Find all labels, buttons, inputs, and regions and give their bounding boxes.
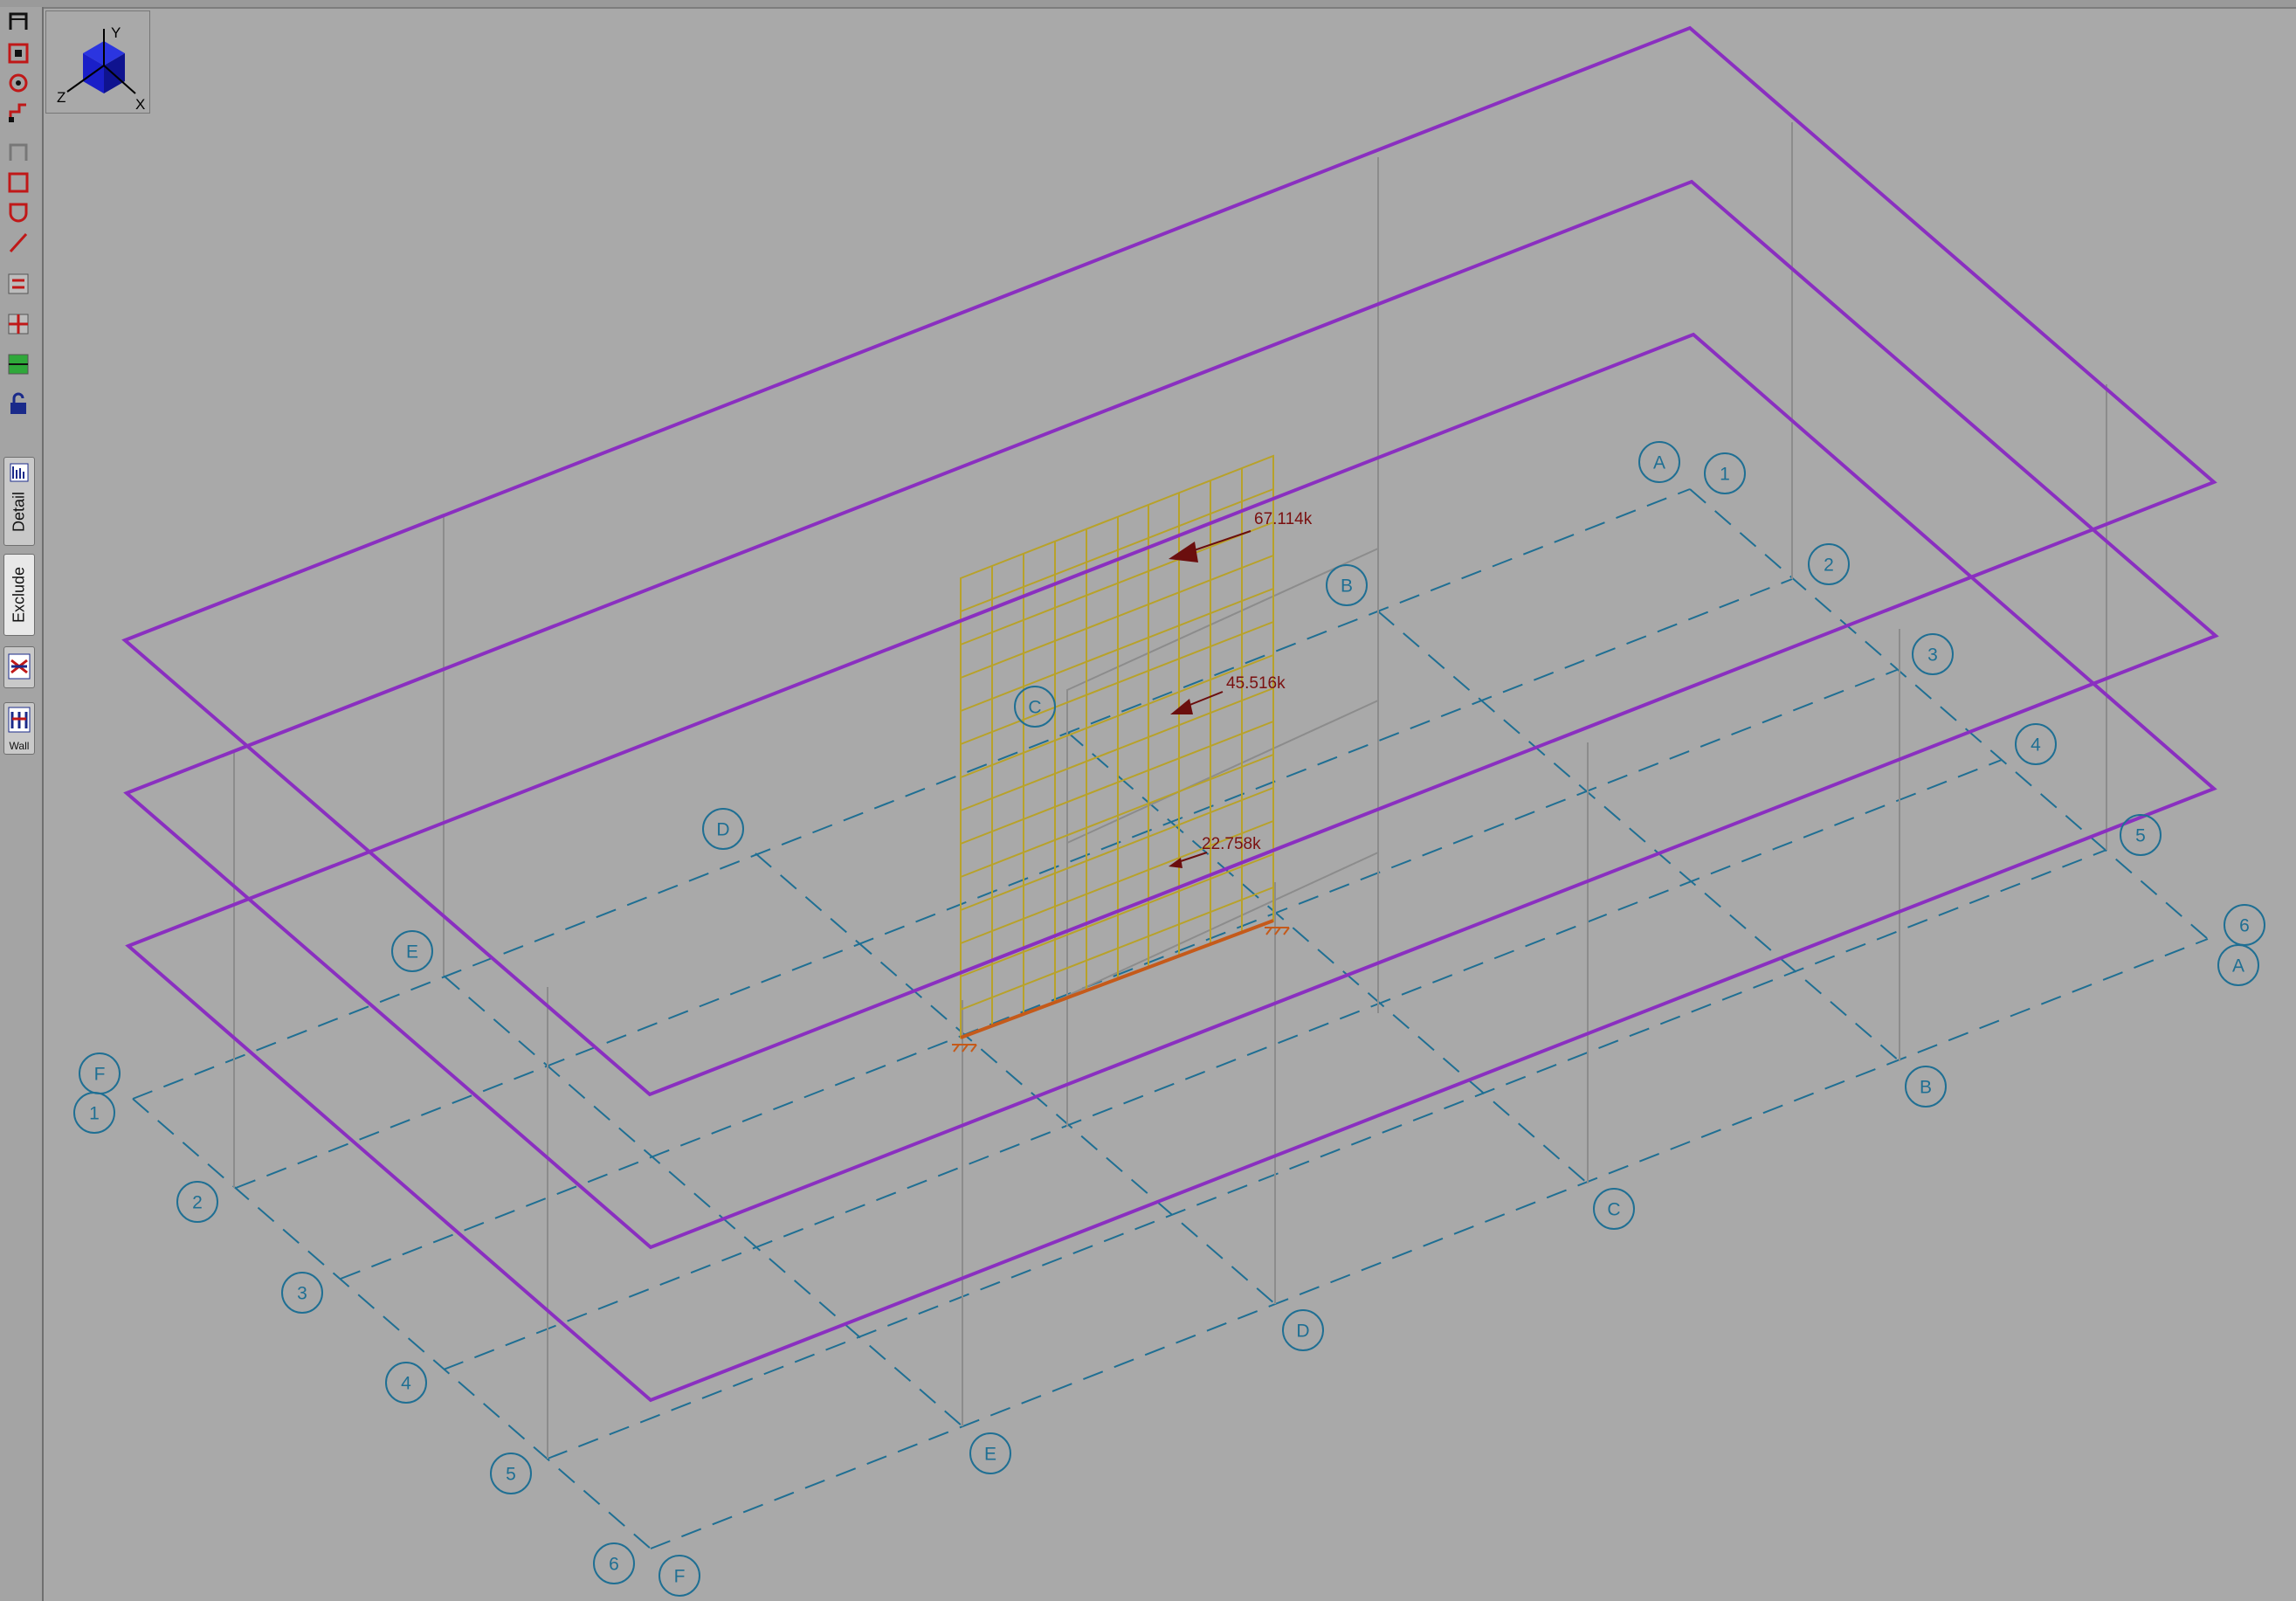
grid-bubble-1-bottom: 1	[89, 1104, 100, 1124]
slab-level-3	[121, 25, 2217, 1097]
load-label-top: 67.114k	[1254, 510, 1313, 528]
grid-bubble-6-top: 6	[2239, 916, 2250, 936]
grid-bubble-4-bottom: 4	[401, 1374, 411, 1394]
grid-bubble-3-bottom: 3	[297, 1284, 307, 1304]
grid-bubble-C-top: C	[1028, 698, 1041, 718]
grid-bubble-E-top: E	[406, 942, 418, 963]
grid-bubble-B-top: B	[1341, 576, 1353, 597]
wall-supports	[952, 927, 1290, 1052]
grid-line-F	[132, 1098, 652, 1549]
grid-bubble-F-bottom: F	[674, 1567, 686, 1587]
load-label-middle: 45.516k	[1226, 674, 1286, 693]
grid-bubble-A-top: A	[1653, 453, 1665, 473]
grid-bubble-F-top: F	[94, 1065, 106, 1085]
grid-bubble-5-top: 5	[2135, 826, 2146, 846]
grid-bubble-C-bottom: C	[1607, 1200, 1620, 1220]
grid-bubble-A-bottom: A	[2232, 956, 2244, 976]
grid-line-6	[650, 938, 2209, 1549]
floor-slabs	[121, 25, 2219, 1403]
columns	[233, 122, 2107, 1459]
grid-bubble-4-top: 4	[2031, 735, 2041, 756]
grid-bubble-3-top: 3	[1927, 645, 1938, 666]
load-label-bottom: 22.758k	[1202, 835, 1261, 853]
grid-bubble-5-bottom: 5	[506, 1465, 516, 1485]
grid-line-D	[755, 852, 1276, 1305]
grid-bubble-D-top: D	[716, 820, 729, 840]
grid-line-C	[1066, 731, 1589, 1184]
grid-bubble-labels: A B C D E F 1 2 3 4 5 6 1 2 3 4 5 6 A B …	[89, 453, 2250, 1587]
wall-outline	[1066, 547, 1379, 997]
grid-line-B	[1377, 611, 1900, 1062]
grid-line-1	[132, 488, 1691, 1100]
grid-bubbles	[73, 441, 2265, 1597]
grid-bubble-E-bottom: E	[984, 1445, 996, 1465]
grid-bubble-6-bottom: 6	[609, 1555, 619, 1575]
grid-bubble-1-top: 1	[1720, 465, 1730, 485]
load-arrow-icon	[1170, 699, 1193, 714]
grid-bubble-2-top: 2	[1824, 556, 1834, 576]
grid-line-5	[547, 849, 2107, 1460]
load-arrow-icon	[1169, 542, 1198, 562]
wall-mesh	[960, 454, 1274, 1039]
grid-line-E	[443, 975, 963, 1427]
grid-bubble-2-bottom: 2	[192, 1193, 203, 1213]
grid-line-2	[235, 578, 1793, 1189]
grid-bubble-D-bottom: D	[1296, 1322, 1309, 1342]
grid-bubble-B-bottom: B	[1920, 1078, 1932, 1098]
model-drawing: 67.114k 45.516k 22.758k A B C D E F 1 2 …	[73, 25, 2265, 1597]
